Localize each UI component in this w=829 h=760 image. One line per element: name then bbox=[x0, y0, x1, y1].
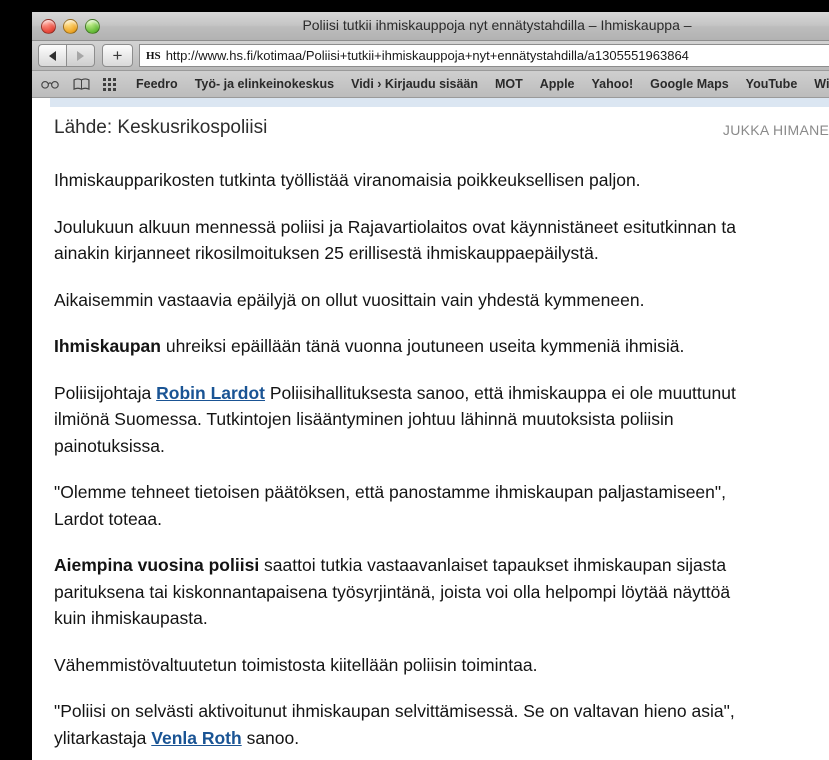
article-line: ilmiönä Suomessa. Tutkintojen lisääntymi… bbox=[54, 406, 829, 433]
bookmarks-bar: Feedro Työ- ja elinkeinokeskus Vidi › Ki… bbox=[32, 71, 829, 98]
bookmark-item-feedro[interactable]: Feedro bbox=[136, 77, 178, 91]
chevron-right-icon bbox=[77, 50, 84, 61]
article-line: parituksena tai kiskonnantapaisena työsy… bbox=[54, 579, 829, 606]
article-body: Ihmiskaupparikosten tutkinta työllistää … bbox=[32, 149, 829, 751]
article-text: Poliisijohtaja bbox=[54, 382, 157, 403]
bookmark-item-google-maps[interactable]: Google Maps bbox=[650, 77, 728, 91]
article-line: painotuksissa. bbox=[54, 433, 829, 460]
article-bold-text: Ihmiskaupan bbox=[54, 336, 161, 356]
grid-icon[interactable] bbox=[103, 77, 117, 91]
article-line: Poliisijohtaja Robin Lardot Poliisihalli… bbox=[54, 380, 829, 407]
article-bold-text: Aiempina vuosina poliisi bbox=[54, 555, 260, 575]
browser-window: Poliisi tutkii ihmiskauppoja nyt ennätys… bbox=[32, 12, 829, 760]
article-paragraph: "Poliisi on selvästi aktivoitunut ihmisk… bbox=[54, 698, 829, 751]
browser-toolbar: + HS http://www.hs.fi/kotimaa/Poliisi+tu… bbox=[32, 41, 829, 71]
article-text: saattoi tutkia vastaavanlaiset tapaukset… bbox=[259, 555, 727, 575]
image-caption-row: Lähde: Keskusrikospoliisi JUKKA HIMANEN … bbox=[32, 113, 829, 149]
bookmark-item-vidi[interactable]: Vidi › Kirjaudu sisään bbox=[351, 77, 478, 91]
bookmark-item-mot[interactable]: MOT bbox=[495, 77, 523, 91]
article-line: Vähemmistövaltuutetun toimistosta kiitel… bbox=[54, 652, 829, 679]
article-line: Ihmiskaupan uhreiksi epäillään tänä vuon… bbox=[54, 333, 829, 360]
window-title: Poliisi tutkii ihmiskauppoja nyt ennätys… bbox=[302, 17, 692, 33]
article-text: sanoo. bbox=[241, 727, 300, 748]
article-text: Ihmiskaupparikosten tutkinta työllistää … bbox=[54, 170, 641, 190]
article-line: "Olemme tehneet tietoisen päätöksen, ett… bbox=[54, 479, 829, 506]
article-line: Aikaisemmin vastaavia epäilyjä on ollut … bbox=[54, 287, 829, 314]
article-link[interactable]: Robin Lardot bbox=[156, 383, 265, 403]
back-button[interactable] bbox=[38, 44, 66, 67]
article-text: ylitarkastaja bbox=[54, 727, 152, 748]
source-caption: Lähde: Keskusrikospoliisi bbox=[54, 117, 268, 138]
new-tab-button[interactable]: + bbox=[102, 44, 133, 67]
article-text: Poliisihallituksesta sanoo, että ihmiska… bbox=[265, 382, 736, 403]
article-paragraph: Aiempina vuosina poliisi saattoi tutkia … bbox=[54, 552, 829, 632]
forward-button bbox=[66, 44, 95, 67]
article-line: Ihmiskaupparikosten tutkinta työllistää … bbox=[54, 167, 829, 194]
reading-glasses-icon[interactable] bbox=[41, 78, 59, 90]
article-line: ylitarkastaja Venla Roth sanoo. bbox=[54, 725, 829, 752]
article-line: ainakin kirjanneet rikosilmoituksen 25 e… bbox=[54, 240, 829, 267]
title-bar: Poliisi tutkii ihmiskauppoja nyt ennätys… bbox=[32, 12, 829, 41]
address-bar[interactable]: HS http://www.hs.fi/kotimaa/Poliisi+tutk… bbox=[139, 44, 829, 67]
article-paragraph: Poliisijohtaja Robin Lardot Poliisihalli… bbox=[54, 380, 829, 460]
article-text: parituksena tai kiskonnantapaisena työsy… bbox=[54, 581, 731, 602]
bookmark-item-wikipedia[interactable]: Wikiped bbox=[814, 77, 829, 91]
url-text: http://www.hs.fi/kotimaa/Poliisi+tutkii+… bbox=[165, 48, 689, 63]
bookmark-item-apple[interactable]: Apple bbox=[540, 77, 575, 91]
article-text: ilmiönä Suomessa. Tutkintojen lisääntymi… bbox=[54, 409, 674, 429]
article-text: Vähemmistövaltuutetun toimistosta kiitel… bbox=[54, 654, 538, 675]
navigation-buttons bbox=[38, 44, 95, 67]
article-paragraph: Ihmiskaupan uhreiksi epäillään tänä vuon… bbox=[54, 333, 829, 360]
article-text: "Poliisi on selvästi aktivoitunut ihmisk… bbox=[54, 701, 735, 721]
bookmark-item-youtube[interactable]: YouTube bbox=[746, 77, 798, 91]
article-link[interactable]: Venla Roth bbox=[151, 728, 241, 748]
page-content: Lähde: Keskusrikospoliisi JUKKA HIMANEN … bbox=[32, 98, 829, 760]
article-text: "Olemme tehneet tietoisen päätöksen, ett… bbox=[54, 482, 726, 502]
article-text: uhreiksi epäillään tänä vuonna joutuneen… bbox=[160, 336, 685, 356]
article-text: Joulukuun alkuun mennessä poliisi ja Raj… bbox=[54, 216, 736, 237]
article-line: Lardot toteaa. bbox=[54, 506, 829, 533]
photo-credit: JUKKA HIMANEN / bbox=[722, 122, 829, 138]
article-text: Aikaisemmin vastaavia epäilyjä on ollut … bbox=[54, 289, 645, 310]
article-text: ainakin kirjanneet rikosilmoituksen 25 e… bbox=[54, 243, 599, 263]
article-line: Joulukuun alkuun mennessä poliisi ja Raj… bbox=[54, 214, 829, 241]
article-paragraph: Vähemmistövaltuutetun toimistosta kiitel… bbox=[54, 652, 829, 679]
article-line: "Poliisi on selvästi aktivoitunut ihmisk… bbox=[54, 698, 829, 725]
site-favicon: HS bbox=[146, 49, 161, 62]
bookmark-item-yahoo[interactable]: Yahoo! bbox=[592, 77, 634, 91]
page-top-band bbox=[50, 98, 829, 107]
article-text: kuin ihmiskaupasta. bbox=[54, 608, 208, 628]
article-paragraph: Joulukuun alkuun mennessä poliisi ja Raj… bbox=[54, 214, 829, 267]
article-paragraph: Aikaisemmin vastaavia epäilyjä on ollut … bbox=[54, 287, 829, 314]
article-paragraph: "Olemme tehneet tietoisen päätöksen, ett… bbox=[54, 479, 829, 532]
article-line: kuin ihmiskaupasta. bbox=[54, 605, 829, 632]
article-text: painotuksissa. bbox=[54, 435, 165, 456]
screen: Poliisi tutkii ihmiskauppoja nyt ennätys… bbox=[0, 0, 829, 760]
chevron-left-icon bbox=[49, 50, 56, 61]
article-line: Aiempina vuosina poliisi saattoi tutkia … bbox=[54, 552, 829, 579]
book-icon[interactable] bbox=[73, 77, 90, 91]
article-paragraph: Ihmiskaupparikosten tutkinta työllistää … bbox=[54, 167, 829, 194]
bookmark-item-tyo-ja-elinkeinokeskus[interactable]: Työ- ja elinkeinokeskus bbox=[195, 77, 334, 91]
article-text: Lardot toteaa. bbox=[54, 508, 162, 529]
